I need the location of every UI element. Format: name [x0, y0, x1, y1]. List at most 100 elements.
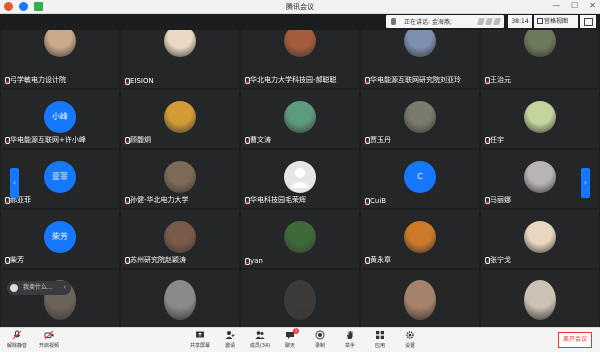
- participant-name-label: 张宁戈: [490, 256, 511, 264]
- chat-popup[interactable]: 我卖什么... ‹: [7, 281, 71, 295]
- participant-tile[interactable]: 苏州研究院赵颖涛: [121, 210, 239, 268]
- chat-popup-text: 我卖什么...: [23, 284, 53, 291]
- grid-view-icon: [537, 18, 543, 24]
- toolbar-label: 成员(34): [249, 343, 271, 349]
- mic-muted-icon: [4, 136, 10, 144]
- participant-tile[interactable]: 华电科技园毛荣辉: [241, 150, 359, 208]
- participant-name-label: EISION: [130, 77, 154, 85]
- participant-tile[interactable]: [481, 270, 599, 327]
- participant-avatar: [404, 280, 436, 320]
- participant-name: 华电科技园毛荣辉: [244, 195, 306, 205]
- participant-tile[interactable]: 孙健-华北电力大学: [121, 150, 239, 208]
- toolbar-label: 邀请: [224, 343, 235, 349]
- participant-tile[interactable]: yan: [241, 210, 359, 268]
- mic-muted-icon: [4, 196, 10, 204]
- participant-avatar: [524, 30, 556, 57]
- participant-initial-avatar: C: [404, 161, 436, 193]
- apps-button[interactable]: 应用: [365, 330, 395, 349]
- participant-name-label: 顾馥炯: [130, 136, 151, 144]
- toolbar-label: 举手: [344, 343, 355, 349]
- participant-avatar: [284, 280, 316, 320]
- participant-avatar: [404, 101, 436, 133]
- chat-avatar: [10, 284, 18, 292]
- participant-avatar: [44, 30, 76, 57]
- invite-button[interactable]: 邀请: [215, 330, 245, 349]
- participant-name: 华电能源互联网研究院刘亚玲: [364, 75, 461, 85]
- participant-tile[interactable]: [241, 270, 359, 327]
- mic-muted-icon: [484, 196, 490, 204]
- members-button[interactable]: 成员(34): [245, 330, 275, 349]
- share-screen-button[interactable]: 共享屏幕: [185, 330, 215, 349]
- next-page-button[interactable]: ›: [581, 168, 590, 198]
- participant-tile[interactable]: 张宁戈: [481, 210, 599, 268]
- participant-grid: 弓学敏电力设计院 EISION 华北电力大学科技园-郝聪聪 华电能源互联网研究院刘亚玲…: [0, 30, 600, 327]
- participant-tile[interactable]: 华北电力大学科技园-郝聪聪: [241, 30, 359, 88]
- settings-button[interactable]: 设置: [395, 330, 425, 349]
- fullscreen-button[interactable]: [580, 15, 596, 28]
- raise-hand-icon: [345, 330, 355, 340]
- mic-muted-icon: [4, 256, 10, 264]
- toolbar-label: 设置: [404, 343, 415, 349]
- mic-muted-icon: [244, 196, 250, 204]
- participant-tile[interactable]: 弓学敏电力设计院: [1, 30, 119, 88]
- participant-name: 曹文涛: [244, 135, 271, 145]
- mic-off-button[interactable]: 解除静音: [2, 330, 32, 349]
- participant-initial-avatar: 小峰: [44, 101, 76, 133]
- mic-muted-icon: [484, 256, 490, 264]
- close-icon[interactable]: ✕: [589, 1, 596, 10]
- participant-name: 黄永章: [364, 255, 391, 265]
- raise-hand-button[interactable]: 举手: [335, 330, 365, 349]
- toolbar-label: 共享屏幕: [189, 343, 210, 349]
- participant-avatar: [524, 101, 556, 133]
- maximize-icon[interactable]: ☐: [571, 1, 578, 10]
- participant-name-label: 曹文涛: [250, 136, 271, 144]
- members-icon: [255, 330, 265, 340]
- participant-tile[interactable]: [1, 270, 119, 327]
- participant-avatar: [164, 280, 196, 320]
- participant-name: yan: [244, 257, 263, 265]
- leave-meeting-button[interactable]: 离开会议: [558, 332, 592, 348]
- chevron-left-icon[interactable]: ‹: [64, 281, 66, 295]
- toolbar-label: 聊天: [284, 343, 295, 349]
- participant-name: 顾馥炯: [124, 135, 151, 145]
- chat-icon: 1: [285, 328, 299, 340]
- participant-name-label: yan: [250, 257, 263, 265]
- video-off-button[interactable]: 开启视频: [34, 330, 64, 349]
- participant-avatar: [164, 161, 196, 193]
- participant-name: 华北电力大学科技园-郝聪聪: [244, 75, 337, 85]
- title-bar: 腾讯会议 — ☐ ✕: [0, 0, 600, 14]
- record-button[interactable]: 录制: [305, 330, 335, 349]
- participant-avatar: [524, 161, 556, 193]
- participant-name-label: 华电能源互联网研究院刘亚玲: [370, 76, 461, 84]
- participant-tile[interactable]: 王治元: [481, 30, 599, 88]
- participant-tile[interactable]: C CuiB: [361, 150, 479, 208]
- participant-name: 弓学敏电力设计院: [4, 75, 66, 85]
- participant-tile[interactable]: 任宇: [481, 90, 599, 148]
- participant-tile[interactable]: 华电能源互联网研究院刘亚玲: [361, 30, 479, 88]
- participant-tile[interactable]: 小峰 华电能源互联网+许小峰: [1, 90, 119, 148]
- participant-tile[interactable]: EISION: [121, 30, 239, 88]
- window-title: 腾讯会议: [286, 3, 314, 11]
- prev-page-button[interactable]: ‹: [10, 168, 19, 198]
- participant-name-label: 任宇: [490, 136, 504, 144]
- apps-icon: [375, 330, 385, 340]
- participant-tile[interactable]: 顾馥炯: [121, 90, 239, 148]
- share-screen-icon: [195, 330, 205, 340]
- invite-icon: [225, 330, 235, 340]
- view-mode-label: 宫格视图: [544, 18, 569, 25]
- toolbar-label: 开启视频: [38, 343, 59, 349]
- view-mode-button[interactable]: 宫格视图: [534, 15, 578, 28]
- minimize-icon[interactable]: —: [552, 1, 560, 10]
- participant-avatar: [284, 221, 316, 253]
- participant-name: 王治元: [484, 75, 511, 85]
- participant-tile[interactable]: 黄永章: [361, 210, 479, 268]
- participant-tile[interactable]: 柴芳 柴芳: [1, 210, 119, 268]
- participant-tile[interactable]: 贾玉丹: [361, 90, 479, 148]
- participant-tile[interactable]: [361, 270, 479, 327]
- participant-name-label: 苏州研究院赵颖涛: [130, 256, 186, 264]
- participant-name: 贾玉丹: [364, 135, 391, 145]
- participant-tile[interactable]: [121, 270, 239, 327]
- chat-button[interactable]: 1 聊天: [275, 328, 305, 349]
- participant-name: 孙健-华北电力大学: [124, 195, 189, 205]
- participant-tile[interactable]: 曹文涛: [241, 90, 359, 148]
